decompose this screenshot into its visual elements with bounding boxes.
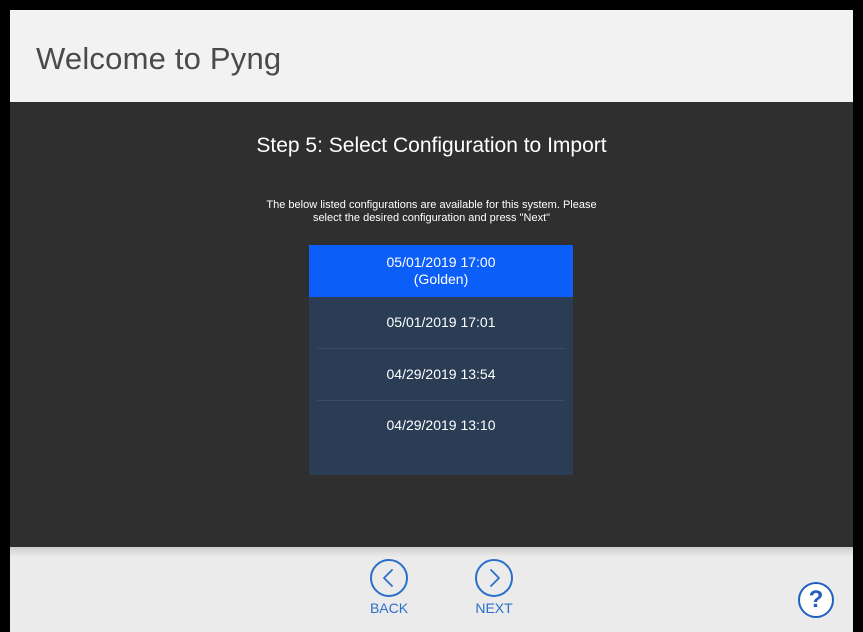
page-title: Welcome to Pyng (36, 41, 282, 76)
config-item[interactable]: 05/01/2019 17:01 (309, 297, 573, 348)
config-item-date: 05/01/2019 17:00 (386, 254, 496, 270)
chevron-right-circle-icon (475, 559, 513, 597)
next-button[interactable]: NEXT (465, 559, 525, 632)
instructions-text: The below listed configurations are avai… (10, 199, 853, 225)
back-label: BACK (369, 600, 409, 616)
chevron-left-circle-icon (370, 559, 408, 597)
instructions-line-2: select the desired configuration and pre… (312, 212, 551, 224)
step-title: Step 5: Select Configuration to Import (256, 134, 607, 157)
configuration-list[interactable]: 05/01/2019 17:00 (Golden) 05/01/2019 17:… (309, 245, 573, 475)
question-circle-icon: ? (808, 586, 824, 613)
back-button[interactable]: BACK (360, 559, 420, 632)
app-window: Welcome to Pyng Step 5: Select Configura… (10, 10, 853, 632)
config-item-date: 04/29/2019 13:10 (386, 416, 496, 433)
footer-bar: BACK NEXT ? (10, 547, 853, 632)
next-label: NEXT (475, 600, 513, 616)
config-item-date: 04/29/2019 13:54 (386, 366, 496, 382)
help-button[interactable]: ? (798, 582, 834, 618)
instructions-line-1: The below listed configurations are avai… (266, 199, 597, 211)
config-item-selected[interactable]: 05/01/2019 17:00 (Golden) (309, 245, 573, 297)
header-bar: Welcome to Pyng (10, 10, 853, 102)
config-item[interactable]: 04/29/2019 13:54 (309, 349, 573, 400)
config-item-date: 05/01/2019 17:01 (386, 314, 496, 330)
config-item-note: (Golden) (413, 271, 469, 287)
config-item[interactable]: 04/29/2019 13:10 (309, 401, 573, 449)
wizard-panel: Step 5: Select Configuration to Import T… (10, 102, 853, 547)
footer-shadow (10, 547, 853, 557)
